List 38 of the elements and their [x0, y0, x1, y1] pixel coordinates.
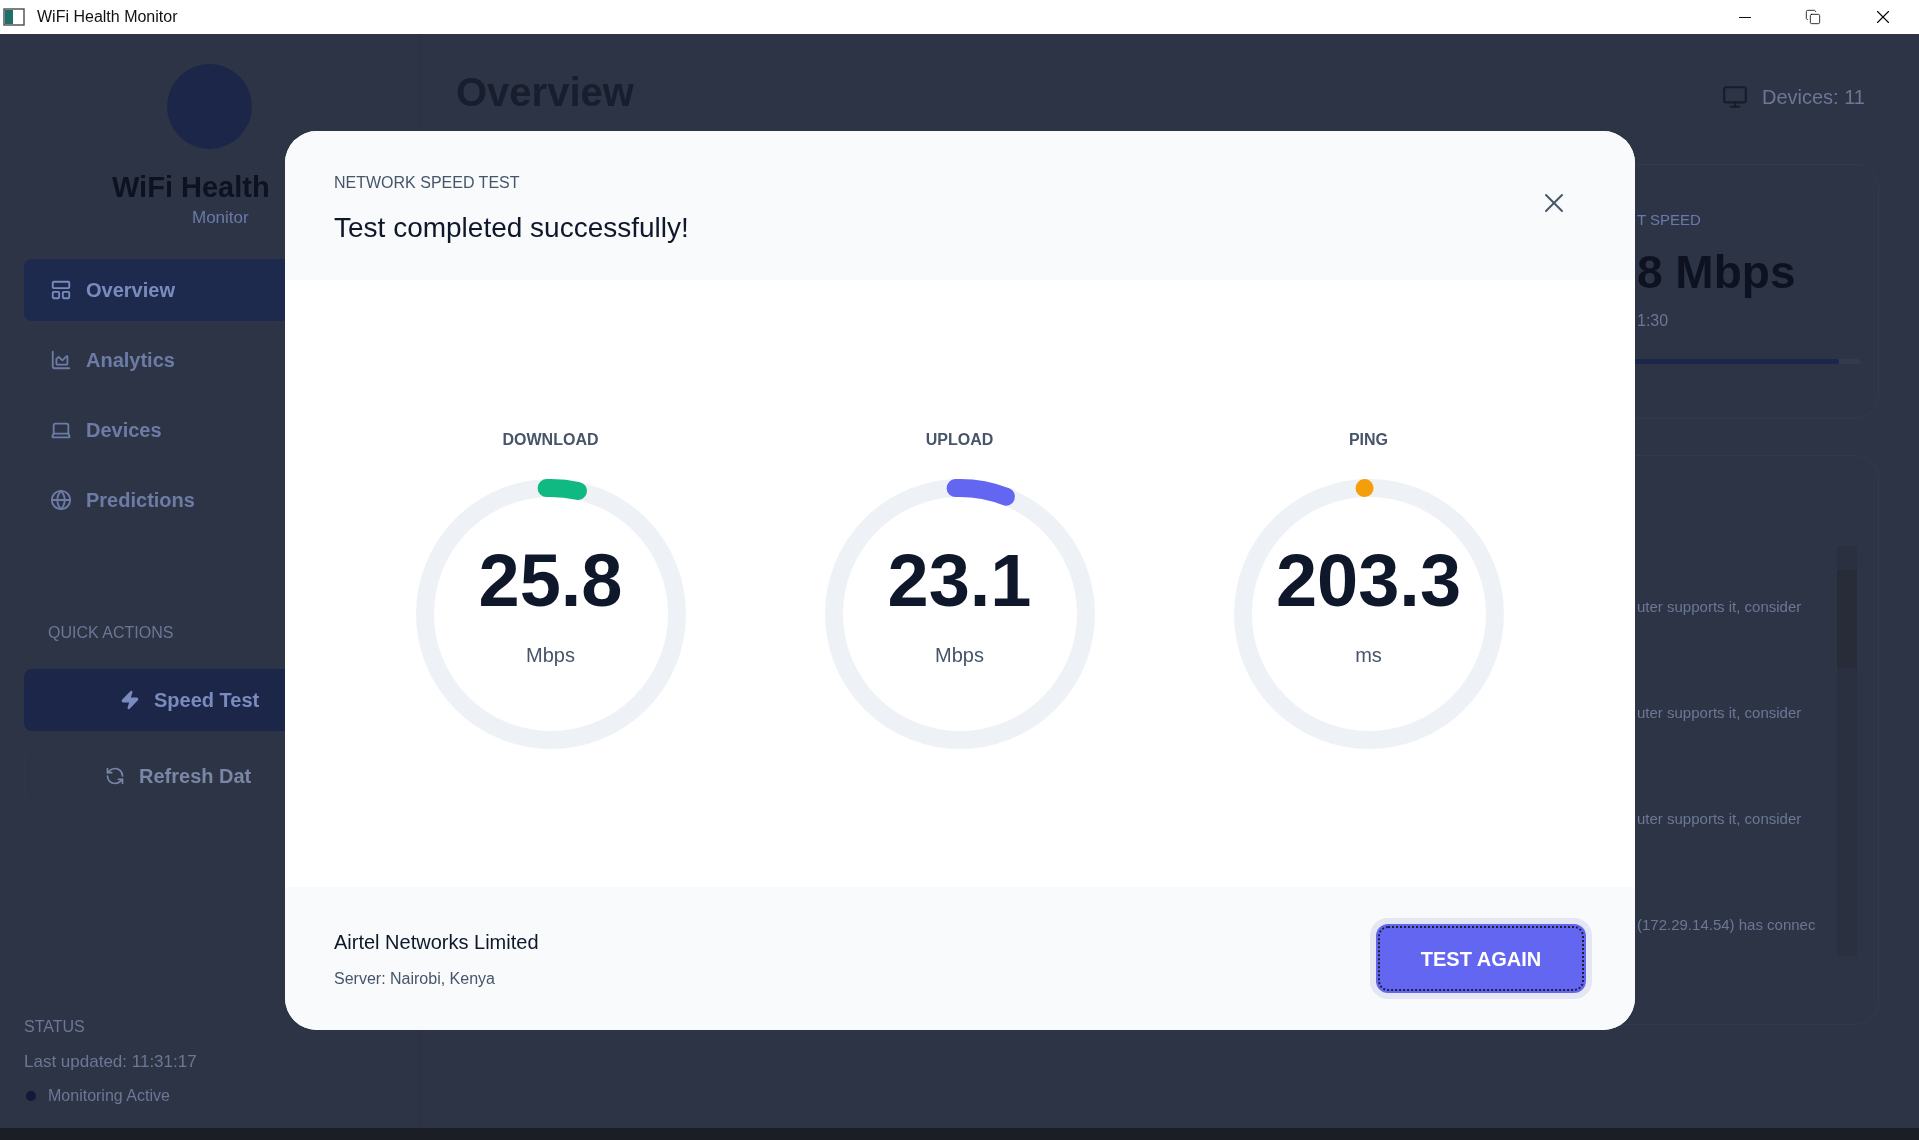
dialog-title: Test completed successfully!	[334, 211, 689, 245]
status-text: Monitoring Active	[48, 1086, 170, 1106]
gauge-value: 23.1	[887, 544, 1032, 618]
provider-name: Airtel Networks Limited	[334, 929, 539, 955]
gauge-value: 25.8	[478, 544, 623, 618]
window-title: WiFi Health Monitor	[37, 7, 178, 27]
activity-text: (172.29.14.54) has connec	[1637, 915, 1817, 935]
device-count: Devices: 11	[1762, 85, 1865, 110]
nav-icon	[50, 348, 72, 371]
timestamp: 1:30	[1637, 311, 1670, 331]
lightning-icon	[120, 689, 140, 710]
gauge-label: UPLOAD	[925, 430, 994, 450]
card-label: T SPEED	[1637, 210, 1702, 230]
gauge-unit: ms	[1355, 643, 1382, 668]
gauge-value: 203.3	[1275, 544, 1462, 618]
nav-item[interactable]: Analytics	[24, 328, 395, 391]
nav-item[interactable]: Predictions	[24, 468, 395, 531]
nav-item[interactable]: Devices	[24, 398, 395, 461]
last-updated: Last updated: 11:31:17	[24, 1050, 198, 1073]
app-icon	[3, 8, 25, 26]
gauge-label: DOWNLOAD	[502, 430, 599, 450]
activity-text: uter supports it, consider	[1637, 597, 1803, 617]
app-subtitle: Monitor	[192, 207, 249, 230]
monitor-icon	[1722, 84, 1748, 110]
restore-icon	[1805, 9, 1821, 25]
nav-icon	[50, 488, 72, 511]
minimize-icon	[1739, 16, 1751, 18]
server-location: Server: Nairobi, Kenya	[334, 968, 496, 989]
nav-icon	[50, 278, 72, 301]
dialog-eyebrow: NETWORK SPEED TEST	[334, 173, 521, 193]
refresh-icon	[105, 765, 125, 786]
activity-text: uter supports it, consider	[1637, 703, 1803, 723]
activity-text: uter supports it, consider	[1637, 809, 1803, 829]
status-label: STATUS	[24, 1016, 86, 1037]
gauge-unit: Mbps	[935, 643, 984, 668]
section-label: QUICK ACTIONS	[48, 622, 175, 643]
gauge-label: PING	[1348, 430, 1389, 450]
gauge-unit: Mbps	[526, 643, 575, 668]
